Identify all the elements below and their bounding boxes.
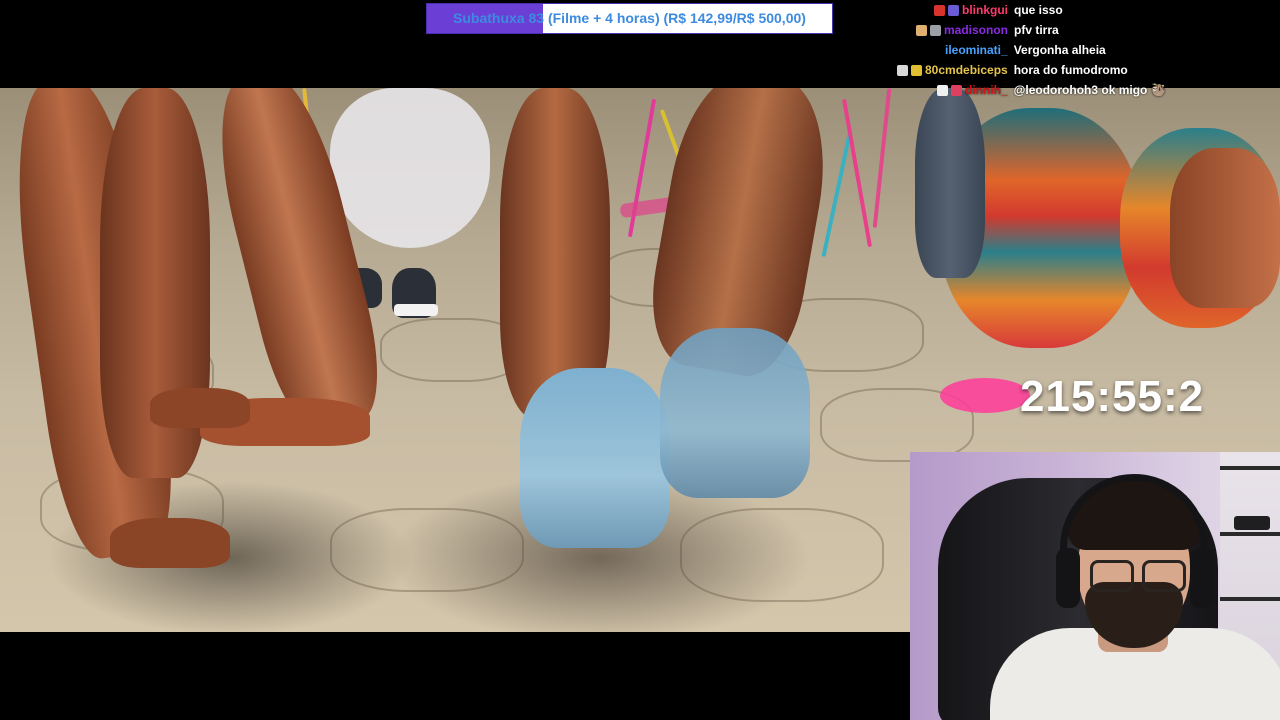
subathon-timer: 215:55:2: [1020, 372, 1205, 421]
chat-emote-icon: 🦥: [1151, 83, 1167, 97]
chat-badge-icon: [930, 25, 941, 37]
chat-username[interactable]: 80cmdebiceps: [925, 63, 1008, 77]
goal-text: Subathuxa 83 (Filme + 4 horas) (R$ 142,9…: [453, 10, 806, 26]
chat-message: dinnih_ @leodorohoh3 ok migo 🦥: [937, 80, 1166, 100]
chat-badge-icon: [897, 65, 908, 77]
chat-badge-icon: [937, 85, 948, 97]
chat-message-text: hora do fumodromo: [1013, 63, 1128, 77]
chat-message-text: Vergonha alheia: [1013, 43, 1106, 57]
chat-badge-icon: [911, 65, 922, 77]
chat-message-text: pfv tirra: [1014, 23, 1059, 37]
subathon-goal-bar: Subathuxa 83 (Filme + 4 horas) (R$ 142,9…: [426, 3, 833, 34]
chat-message-text: que isso: [1014, 3, 1063, 17]
chat-badge-icon: [948, 5, 959, 17]
streamer-webcam: [910, 452, 1280, 720]
chat-message-text: @leodorohoh3 ok migo: [1013, 83, 1148, 97]
chat-badge-icon: [934, 5, 945, 17]
chat-username[interactable]: dinnih_: [965, 83, 1008, 97]
chat-username[interactable]: madisonon: [944, 23, 1008, 37]
chat-username[interactable]: ileominati_: [945, 43, 1008, 57]
chat-message: blinkgui que isso: [934, 0, 1063, 20]
chat-message: 80cmdebiceps hora do fumodromo: [897, 60, 1128, 80]
chat-message: madisonon pfv tirra: [916, 20, 1059, 40]
chat-badge-icon: [951, 85, 962, 97]
chat-message: ileominati_ Vergonha alheia: [945, 40, 1106, 60]
chat-overlay: blinkgui que isso madisonon pfv tirra ileomi…: [880, 0, 1280, 97]
chat-badge-icon: [916, 25, 927, 37]
chat-username[interactable]: blinkgui: [962, 3, 1008, 17]
